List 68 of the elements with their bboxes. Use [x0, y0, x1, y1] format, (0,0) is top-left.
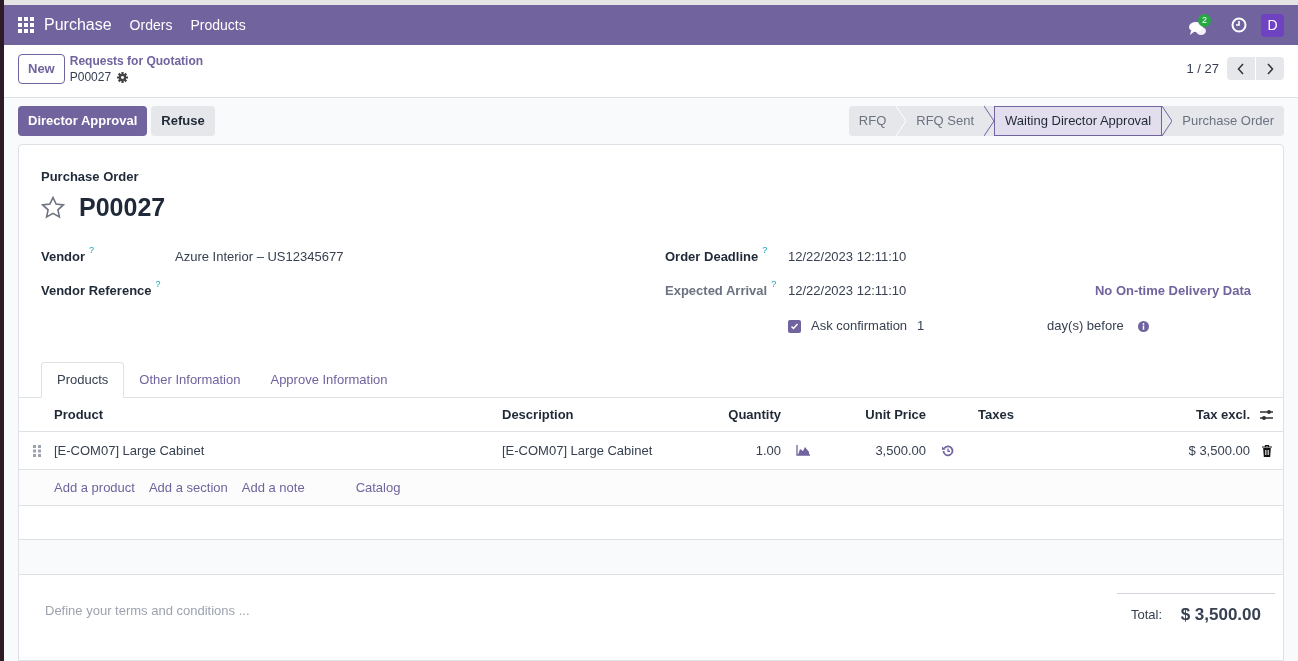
column-header[interactable]: Tax excl.	[1100, 404, 1250, 425]
table-cell-text: $ 3,500.00	[1187, 441, 1250, 460]
add-line-link[interactable]: Add a note	[241, 477, 305, 498]
new-button[interactable]: New	[18, 54, 65, 84]
stage-separator-icon	[984, 106, 995, 136]
menu-item[interactable]: Orders	[129, 14, 173, 36]
clock-icon[interactable]	[1231, 17, 1247, 33]
field-value[interactable]: Azure Interior – US12345677	[175, 247, 344, 267]
chevron-left-icon	[1237, 62, 1245, 75]
add-line-link[interactable]: Catalog	[355, 477, 401, 498]
message-count-badge: 2	[1198, 13, 1211, 27]
days-field[interactable]: 1	[917, 316, 1043, 336]
help-icon[interactable]: ?	[762, 244, 768, 258]
checkmark-icon	[790, 321, 799, 331]
status-stage[interactable]: RFQ Sent	[906, 106, 985, 136]
stage-separator-icon	[1162, 106, 1173, 136]
add-line-link[interactable]: Add a section	[148, 477, 228, 498]
field-label: Vendor Reference	[41, 282, 152, 301]
total-label: Total:	[1131, 606, 1163, 624]
status-stage[interactable]: RFQ	[848, 106, 897, 136]
total-amount: $ 3,500.00	[1180, 604, 1261, 626]
refuse-button[interactable]: Refuse	[151, 106, 215, 136]
field-label: Vendor	[41, 248, 86, 267]
column-header[interactable]: Unit Price	[830, 404, 926, 425]
next-button[interactable]	[1256, 57, 1284, 80]
menu-item[interactable]: Products	[190, 14, 246, 36]
field-value[interactable]: 12/22/2023 12:11:10	[788, 281, 907, 301]
table-cell-text: 3,500.00	[874, 441, 926, 460]
days-suffix: day(s) before	[1047, 317, 1124, 336]
column-header[interactable]: Description	[502, 404, 700, 425]
table-cell-text: [E-COM07] Large Cabinet	[54, 441, 206, 460]
status-stage[interactable]: Purchase Order	[1172, 106, 1284, 136]
table-cell-text: [E-COM07] Large Cabinet	[502, 441, 654, 460]
tab[interactable]: Other Information	[124, 362, 256, 398]
help-icon[interactable]: ?	[771, 278, 777, 292]
user-avatar[interactable]: D	[1261, 13, 1284, 37]
trash-icon[interactable]	[1261, 444, 1272, 457]
pager-value: 1 / 27	[1186, 59, 1219, 78]
delivery-data-link[interactable]: No On-time Delivery Data	[1094, 281, 1251, 301]
column-header[interactable]: Quantity	[700, 404, 781, 425]
tab[interactable]: Approve Information	[255, 362, 403, 398]
field-label: Expected Arrival	[665, 282, 768, 301]
drag-handle-icon[interactable]	[32, 444, 41, 457]
messages-button[interactable]: 2	[1189, 13, 1217, 37]
help-icon[interactable]: ?	[89, 244, 95, 258]
chevron-right-icon	[1266, 62, 1274, 75]
table-cell-text: 1.00	[754, 441, 781, 460]
info-icon[interactable]	[1137, 320, 1149, 332]
settings-icon[interactable]	[117, 71, 129, 83]
approve-button[interactable]: Director Approval	[18, 106, 148, 136]
field-label: Order Deadline	[665, 248, 759, 267]
checkbox-label: Ask confirmation	[811, 317, 908, 336]
field-value[interactable]: 12/22/2023 12:11:10	[788, 247, 907, 267]
star-icon[interactable]	[41, 195, 65, 219]
previous-button[interactable]	[1227, 57, 1255, 80]
form-title-label: Purchase Order	[41, 168, 140, 186]
record-name: P00027	[79, 191, 166, 223]
breadcrumb-current: P00027	[69, 69, 112, 85]
tab[interactable]: Products	[41, 362, 125, 398]
apps-menu-icon[interactable]	[18, 17, 34, 33]
breadcrumb-link[interactable]: Requests for Quotation	[69, 53, 204, 69]
column-header[interactable]: Product	[54, 404, 502, 425]
add-line-link[interactable]: Add a product	[54, 477, 135, 498]
column-header[interactable]: Taxes	[978, 404, 1100, 425]
checkbox[interactable]	[788, 319, 801, 333]
help-icon[interactable]: ?	[155, 278, 161, 292]
status-stage[interactable]: Waiting Director Approval	[994, 106, 1163, 136]
app-name[interactable]: Purchase	[44, 13, 112, 37]
